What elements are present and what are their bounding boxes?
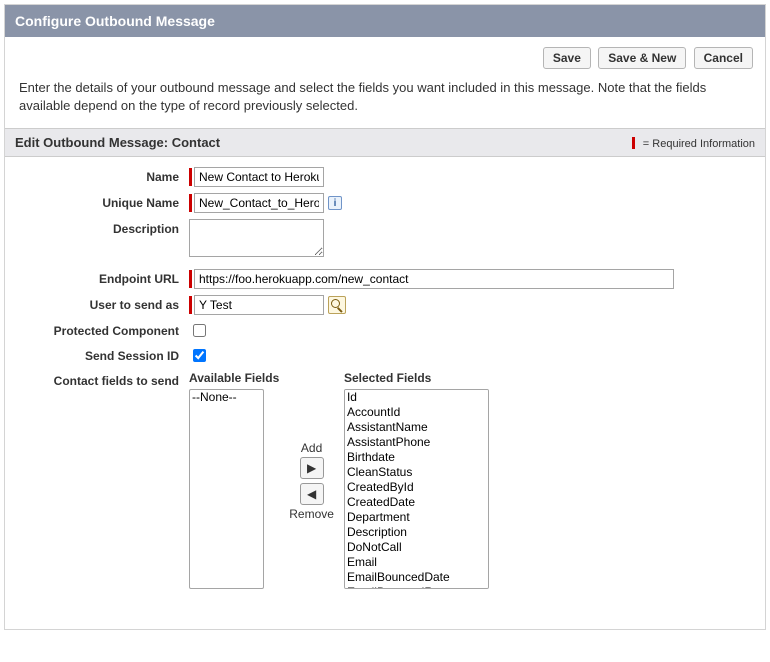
send-session-id-checkbox[interactable] [193,349,206,362]
row-protected-component: Protected Component [19,321,751,340]
list-item[interactable]: Department [345,510,488,525]
list-item[interactable]: Birthdate [345,450,488,465]
protected-component-checkbox[interactable] [193,324,206,337]
list-item[interactable]: CleanStatus [345,465,488,480]
label-unique-name: Unique Name [19,193,189,210]
remove-label: Remove [289,507,334,521]
required-mark-icon [632,137,635,149]
section-title: Edit Outbound Message: Contact [15,135,632,150]
intro-text: Enter the details of your outbound messa… [5,75,765,128]
row-unique-name: Unique Name i [19,193,751,213]
list-item[interactable]: --None-- [190,390,263,405]
selected-fields-header: Selected Fields [344,371,489,385]
list-item[interactable]: DoNotCall [345,540,488,555]
remove-button[interactable]: ◀ [300,483,324,505]
list-item[interactable]: Id [345,390,488,405]
required-bar-icon [189,194,192,212]
row-description: Description [19,219,751,257]
list-item[interactable]: EmailBouncedReason [345,585,488,589]
required-bar-icon [189,270,192,288]
save-and-new-button[interactable]: Save & New [598,47,686,69]
row-endpoint-url: Endpoint URL [19,269,751,289]
move-buttons-column: Add ▶ ◀ Remove [289,371,334,521]
label-contact-fields-to-send: Contact fields to send [19,371,189,388]
required-bar-icon [189,168,192,186]
row-contact-fields-to-send: Contact fields to send Available Fields … [19,371,751,589]
form-area: Name Unique Name i Description Endpoint … [5,157,765,615]
section-header: Edit Outbound Message: Contact = Require… [5,128,765,157]
available-fields-list[interactable]: --None-- [189,389,264,589]
action-button-row: Save Save & New Cancel [5,37,765,75]
list-item[interactable]: Description [345,525,488,540]
page-container: Configure Outbound Message Save Save & N… [4,4,766,630]
fields-transfer: Available Fields --None-- Add ▶ ◀ Remove [189,371,489,589]
page-title: Configure Outbound Message [15,13,215,29]
unique-name-input[interactable] [194,193,324,213]
description-textarea[interactable] [189,219,324,257]
list-item[interactable]: AccountId [345,405,488,420]
cancel-button[interactable]: Cancel [694,47,753,69]
label-name: Name [19,167,189,184]
label-description: Description [19,219,189,236]
list-item[interactable]: AssistantPhone [345,435,488,450]
endpoint-url-input[interactable] [194,269,674,289]
label-protected-component: Protected Component [19,321,189,338]
page-title-bar: Configure Outbound Message [5,5,765,37]
add-label: Add [301,441,322,455]
add-button[interactable]: ▶ [300,457,324,479]
label-endpoint-url: Endpoint URL [19,269,189,286]
required-bar-icon [189,296,192,314]
user-to-send-as-input[interactable] [194,295,324,315]
arrow-right-icon: ▶ [307,461,316,475]
required-legend-text: = Required Information [643,138,755,150]
label-send-session-id: Send Session ID [19,346,189,363]
selected-fields-column: Selected Fields IdAccountIdAssistantName… [344,371,489,589]
list-item[interactable]: CreatedById [345,480,488,495]
info-icon[interactable]: i [328,196,342,210]
row-send-session-id: Send Session ID [19,346,751,365]
row-user-to-send-as: User to send as [19,295,751,315]
arrow-left-icon: ◀ [307,487,316,501]
name-input[interactable] [194,167,324,187]
lookup-icon[interactable] [328,296,346,314]
available-fields-header: Available Fields [189,371,279,385]
list-item[interactable]: AssistantName [345,420,488,435]
selected-fields-list[interactable]: IdAccountIdAssistantNameAssistantPhoneBi… [344,389,489,589]
list-item[interactable]: CreatedDate [345,495,488,510]
required-legend: = Required Information [632,136,755,150]
available-fields-column: Available Fields --None-- [189,371,279,589]
row-name: Name [19,167,751,187]
save-button[interactable]: Save [543,47,591,69]
list-item[interactable]: Email [345,555,488,570]
label-user-to-send-as: User to send as [19,295,189,312]
list-item[interactable]: EmailBouncedDate [345,570,488,585]
